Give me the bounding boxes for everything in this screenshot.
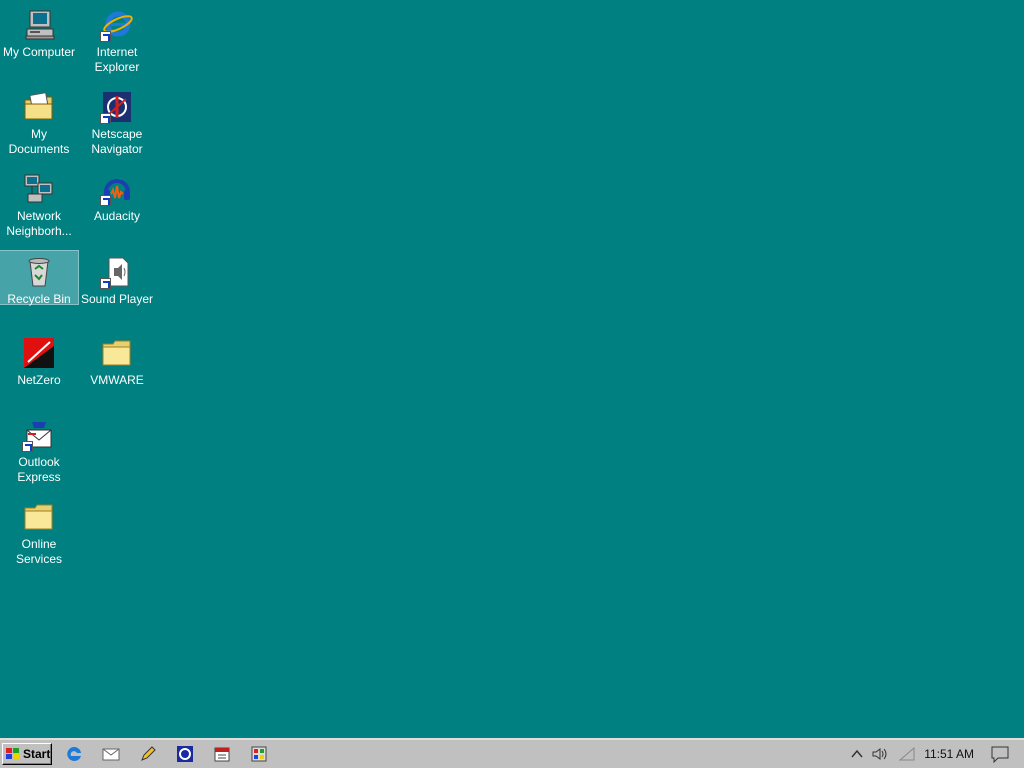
chevron-up-icon[interactable]: [850, 747, 864, 761]
desktop-icon-network-neighborhood[interactable]: Network Neighborh...: [0, 168, 78, 244]
netscape-icon: [100, 90, 134, 124]
desktop-icon-my-computer[interactable]: My Computer: [0, 4, 78, 80]
wifi-icon[interactable]: [898, 747, 916, 761]
desktop-icon-audacity[interactable]: Audacity: [78, 168, 156, 244]
taskbar: Start 11:51 AM: [0, 738, 1024, 768]
desktop-icon-outlook-express[interactable]: Outlook Express: [0, 414, 78, 490]
desktop: My Computer My Documents Network Neighbo…: [0, 0, 1024, 738]
desktop-icon-label: Recycle Bin: [0, 292, 78, 307]
desktop-icon-label: VMWARE: [78, 373, 156, 388]
netzero-icon: [22, 336, 56, 370]
edge-icon[interactable]: [64, 744, 84, 764]
audacity-icon: [100, 172, 134, 206]
quick-launch: [64, 744, 286, 764]
windows-logo-icon: [5, 747, 21, 761]
shortcut-arrow-icon: [100, 195, 111, 206]
network-icon: [22, 172, 56, 206]
desktop-icon-sound-player[interactable]: Sound Player: [78, 251, 156, 327]
windows-app-icon[interactable]: [249, 744, 269, 764]
mail-icon[interactable]: [101, 744, 121, 764]
recycle-bin-icon: [22, 255, 56, 289]
desktop-icon-label: Audacity: [78, 209, 156, 224]
desktop-icon-label: Netscape Navigator: [78, 127, 156, 157]
desktop-icon-label: Internet Explorer: [78, 45, 156, 75]
shortcut-arrow-icon: [22, 441, 33, 452]
sound-player-icon: [100, 255, 134, 289]
computer-icon: [22, 8, 56, 42]
desktop-icon-label: My Computer: [0, 45, 78, 60]
documents-folder-icon: [22, 90, 56, 124]
desktop-icon-netzero[interactable]: NetZero: [0, 332, 78, 408]
shortcut-arrow-icon: [100, 278, 111, 289]
calendar-icon[interactable]: [212, 744, 232, 764]
desktop-icon-label: Network Neighborh...: [0, 209, 78, 239]
desktop-icon-recycle-bin[interactable]: Recycle Bin: [0, 251, 78, 304]
pencil-icon[interactable]: [138, 744, 158, 764]
desktop-icon-netscape-navigator[interactable]: Netscape Navigator: [78, 86, 156, 162]
start-label: Start: [23, 747, 50, 761]
app-blue-icon[interactable]: [175, 744, 195, 764]
shortcut-arrow-icon: [100, 113, 111, 124]
desktop-icon-label: NetZero: [0, 373, 78, 388]
desktop-icon-label: Outlook Express: [0, 455, 78, 485]
desktop-icon-vmware[interactable]: VMWARE: [78, 332, 156, 408]
outlook-express-icon: [22, 418, 56, 452]
system-tray: 11:51 AM: [850, 740, 1024, 768]
ie-icon: [100, 8, 134, 42]
volume-icon[interactable]: [872, 747, 890, 761]
desktop-icon-my-documents[interactable]: My Documents: [0, 86, 78, 162]
desktop-icon-internet-explorer[interactable]: Internet Explorer: [78, 4, 156, 80]
desktop-icon-online-services[interactable]: Online Services: [0, 496, 78, 572]
folder-icon: [100, 336, 134, 370]
desktop-icon-label: Online Services: [0, 537, 78, 567]
desktop-icon-label: Sound Player: [78, 292, 156, 307]
clock[interactable]: 11:51 AM: [924, 747, 974, 761]
folder-icon: [22, 500, 56, 534]
notification-center-icon[interactable]: [990, 745, 1010, 763]
shortcut-arrow-icon: [100, 31, 111, 42]
desktop-icon-label: My Documents: [0, 127, 78, 157]
start-button[interactable]: Start: [2, 743, 52, 765]
